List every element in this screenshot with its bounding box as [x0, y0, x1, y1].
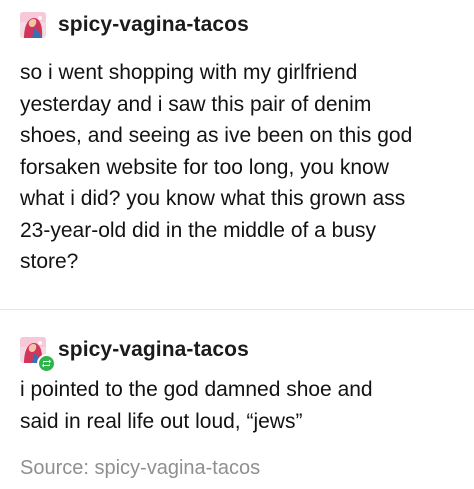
post-username[interactable]: spicy-vagina-tacos [58, 338, 249, 362]
reblog-icon [37, 354, 56, 373]
avatar[interactable] [20, 12, 46, 38]
post-header: spicy-vagina-tacos [20, 10, 249, 40]
post-header: spicy-vagina-tacos [20, 335, 249, 373]
post-body-text: i pointed to the god damned shoe and sai… [20, 378, 373, 433]
avatar-image-icon [20, 12, 46, 38]
source-line: Source: spicy-vagina-tacos [20, 457, 260, 480]
post-username[interactable]: spicy-vagina-tacos [58, 13, 249, 37]
source-link[interactable]: spicy-vagina-tacos [94, 457, 260, 479]
post-divider [0, 309, 474, 310]
post-body-text: so i went shopping with my girlfriend ye… [20, 61, 413, 273]
source-label: Source: [20, 457, 95, 479]
